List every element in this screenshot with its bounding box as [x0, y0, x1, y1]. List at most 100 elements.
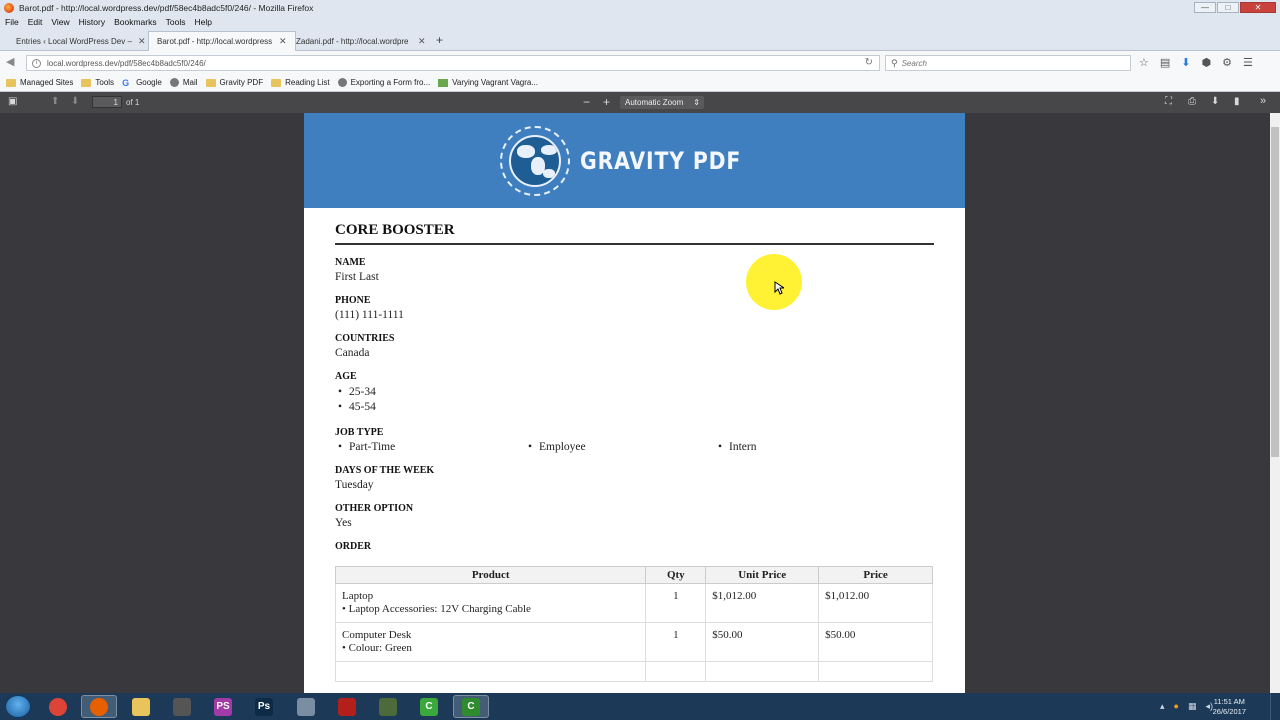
reading-list-icon[interactable]: ▤ — [1160, 56, 1170, 69]
toolbar-icons: ☆ ▤ ⬇ ⬢ ⚙ ☰ — [1139, 56, 1253, 69]
page-number-input[interactable] — [92, 96, 122, 108]
menu-file[interactable]: File — [5, 17, 19, 27]
tab-close-icon[interactable]: ✕ — [418, 36, 426, 47]
page-count: of 1 — [126, 98, 140, 107]
tab-barot-pdf[interactable]: Barot.pdf - http://local.wordpress ✕ — [148, 31, 296, 51]
field-countries: COUNTRIES Canada — [335, 333, 395, 359]
tools-chevron-icon[interactable]: » — [1260, 95, 1266, 107]
globe-icon — [169, 78, 179, 87]
taskbar-camtasia[interactable]: C — [411, 695, 447, 718]
taskbar-photoshop[interactable]: Ps — [246, 695, 282, 718]
tab-close-icon[interactable]: ✕ — [138, 36, 146, 47]
taskbar-firefox[interactable] — [81, 695, 117, 718]
column-header: Qty — [645, 566, 707, 584]
menu-bar: File Edit View History Bookmarks Tools H… — [0, 15, 1280, 28]
bookmark-tools[interactable]: Tools — [81, 78, 114, 87]
sync-icon[interactable]: ⚙ — [1222, 56, 1232, 69]
field-name: NAME First Last — [335, 257, 379, 283]
menu-bookmarks[interactable]: Bookmarks — [114, 17, 157, 27]
bookmarks-bar: Managed Sites Tools G Google Mail Gravity… — [0, 74, 1280, 92]
field-phone: PHONE (111) 111-1111 — [335, 295, 404, 321]
search-bar[interactable]: ⚲ — [885, 55, 1131, 71]
folder-icon — [6, 78, 16, 87]
folder-icon — [205, 78, 216, 87]
reload-icon[interactable]: ↻ — [865, 57, 873, 68]
close-button[interactable]: ✕ — [1240, 2, 1276, 13]
next-page-icon[interactable]: ⬇ — [71, 96, 79, 107]
bookmark-managed-sites[interactable]: Managed Sites — [6, 78, 73, 87]
menu-help[interactable]: Help — [194, 17, 211, 27]
bookmark-icon[interactable]: ▮ — [1234, 96, 1240, 107]
print-icon[interactable]: ⎙ — [1188, 96, 1196, 107]
shield-icon[interactable]: ⬢ — [1202, 56, 1212, 69]
bookmark-gravity-pdf[interactable]: Gravity PDF — [205, 78, 263, 87]
bookmark-star-icon[interactable]: ☆ — [1139, 56, 1149, 69]
scrollbar-thumb[interactable] — [1271, 127, 1279, 457]
menu-history[interactable]: History — [79, 17, 105, 27]
taskbar-remote[interactable] — [288, 695, 324, 718]
folder-icon — [271, 78, 282, 87]
tab-strip: Entries ‹ Local WordPress Dev — ✕ Barot.… — [0, 28, 1280, 51]
download-icon[interactable]: ⬇ — [1181, 56, 1190, 69]
start-button[interactable] — [5, 695, 31, 718]
bookmark-mail[interactable]: Mail — [169, 78, 198, 87]
zoom-select[interactable]: Automatic Zoom ⇕ — [620, 96, 704, 109]
tab-entries[interactable]: Entries ‹ Local WordPress Dev — ✕ — [8, 31, 154, 51]
back-arrow-icon[interactable]: ◀ — [6, 55, 14, 68]
url-text: local.wordpress.dev/pdf/58ec4b8adc5f0/24… — [47, 58, 206, 68]
taskbar-chrome[interactable] — [40, 695, 76, 718]
url-bar[interactable]: i local.wordpress.dev/pdf/58ec4b8adc5f0/… — [26, 55, 880, 71]
download-icon[interactable]: ⬇ — [1211, 96, 1219, 107]
bookmark-reading-list[interactable]: Reading List — [271, 78, 330, 87]
pdf-viewer[interactable]: GRAVITY PDF CORE BOOSTER NAME First Last… — [0, 113, 1280, 693]
pdf-page: GRAVITY PDF CORE BOOSTER NAME First Last… — [304, 113, 965, 693]
list-item: 25-34 — [335, 385, 934, 400]
chevron-updown-icon: ⇕ — [693, 98, 700, 107]
tray-app-icon[interactable]: ● — [1174, 701, 1179, 712]
network-icon[interactable]: ▦ — [1188, 701, 1197, 712]
presentation-mode-icon[interactable]: ⛶ — [1165, 96, 1172, 107]
site-info-icon[interactable]: i — [32, 58, 41, 68]
bookmark-vvv[interactable]: Varying Vagrant Vagra... — [438, 78, 538, 87]
bookmark-google[interactable]: G Google — [122, 78, 162, 87]
taskbar-acrobat[interactable] — [329, 695, 365, 718]
chrome-icon — [49, 697, 67, 716]
zoom-out-button[interactable]: − — [583, 95, 590, 109]
clock[interactable]: 11:51 AM 26/6/2017 — [1213, 697, 1246, 717]
bookmark-exporting-form[interactable]: Exporting a Form fro... — [337, 78, 430, 87]
taskbar-phpstorm[interactable]: PS — [205, 695, 241, 718]
hamburger-menu-icon[interactable]: ☰ — [1243, 56, 1253, 69]
vvv-icon — [438, 78, 449, 87]
menu-view[interactable]: View — [51, 17, 69, 27]
navigation-bar: ◀ i local.wordpress.dev/pdf/58ec4b8adc5f… — [0, 51, 1280, 74]
search-input[interactable] — [901, 58, 1102, 68]
tab-zadani-pdf[interactable]: Zadani.pdf - http://local.wordpre ✕ — [288, 31, 434, 51]
taskbar-camtasia-recorder[interactable]: C — [453, 695, 489, 718]
vm-icon — [379, 697, 397, 716]
new-tab-button[interactable]: + — [436, 33, 443, 47]
column-header: Unit Price — [705, 566, 820, 584]
previous-page-icon[interactable]: ⬆ — [51, 96, 59, 107]
menu-tools[interactable]: Tools — [166, 17, 186, 27]
sidebar-toggle-icon[interactable]: ▣ — [8, 96, 17, 107]
maximize-button[interactable]: □ — [1217, 2, 1239, 13]
taskbar: PS Ps C C ▴ ● ▦ ◂) 11:51 AM 26/6/2017 — [0, 693, 1280, 720]
photoshop-icon: Ps — [255, 697, 273, 716]
show-desktop-button[interactable] — [1270, 693, 1280, 720]
taskbar-terminal[interactable] — [164, 695, 200, 718]
field-job-type: JOB TYPE Part-Time Employee Intern — [335, 427, 934, 453]
minimize-button[interactable]: — — [1194, 2, 1216, 13]
menu-edit[interactable]: Edit — [28, 17, 43, 27]
list-item: Part-Time — [335, 441, 525, 453]
scrollbar[interactable] — [1270, 113, 1280, 693]
tab-close-icon[interactable]: ✕ — [279, 36, 287, 47]
taskbar-vm[interactable] — [370, 695, 406, 718]
column-header: Price — [818, 566, 933, 584]
tray-expand-icon[interactable]: ▴ — [1160, 701, 1165, 712]
window-title: Barot.pdf - http://local.wordpress.dev/p… — [19, 2, 314, 13]
camtasia-recorder-icon: C — [462, 697, 480, 716]
zoom-in-button[interactable]: + — [603, 95, 610, 109]
globe-icon — [337, 78, 347, 87]
taskbar-explorer[interactable] — [123, 695, 159, 718]
mouse-cursor-icon — [774, 281, 784, 295]
